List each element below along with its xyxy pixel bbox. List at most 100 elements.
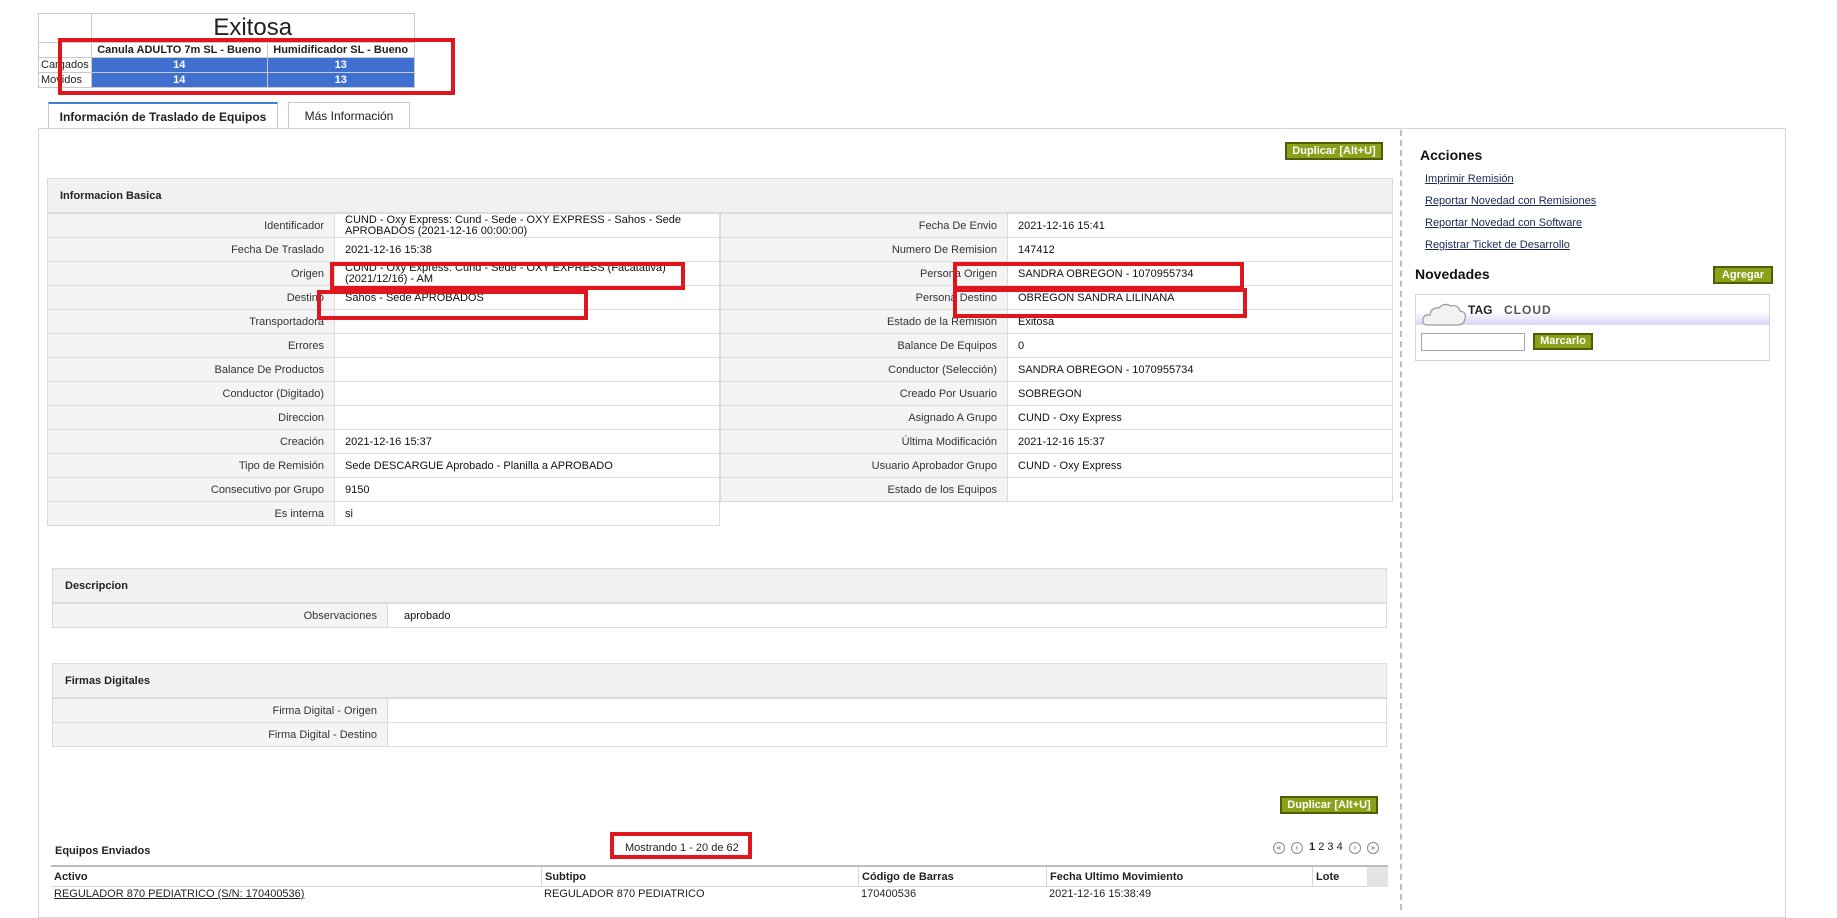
scrollbar[interactable]	[1367, 867, 1388, 887]
field-value: SOBREGON	[1007, 381, 1393, 406]
last-page-icon[interactable]: »	[1367, 842, 1379, 854]
field-row: Creado Por Usuario SOBREGON	[720, 381, 1393, 406]
summary-cell: 14	[90, 72, 268, 88]
column-header[interactable]: Lote	[1312, 867, 1367, 887]
tab-mas-informacion[interactable]: Más Información	[288, 102, 410, 128]
field-value: 2021-12-16 15:37	[1007, 429, 1393, 454]
section-descripcion: Descripcion	[52, 568, 1387, 603]
equipos-table-header: Activo Subtipo Código de Barras Fecha Ul…	[51, 865, 1388, 887]
field-label: Identificador	[47, 213, 335, 238]
column-header[interactable]: Código de Barras	[858, 867, 1046, 887]
field-row: Balance De Productos	[47, 357, 720, 382]
field-label: Balance De Productos	[47, 357, 335, 382]
field-row: Conductor (Digitado)	[47, 381, 720, 406]
cloud-icon	[1422, 303, 1467, 326]
field-value: si	[334, 501, 720, 526]
field-label: Es interna	[47, 501, 335, 526]
field-label: Firma Digital - Destino	[52, 722, 388, 747]
field-label: Estado de la Remisión	[720, 309, 1008, 334]
column-header[interactable]: Subtipo	[541, 867, 858, 887]
page-link[interactable]: 1	[1309, 841, 1315, 853]
next-page-icon[interactable]: ›	[1349, 842, 1361, 854]
field-value: CUND - Oxy Express	[1007, 453, 1393, 478]
marcarlo-button[interactable]: Marcarlo	[1533, 333, 1593, 350]
field-row: Creación 2021-12-16 15:37	[47, 429, 720, 454]
field-label: Creación	[47, 429, 335, 454]
field-label: Consecutivo por Grupo	[47, 477, 335, 502]
field-label: Numero De Remision	[720, 237, 1008, 262]
agregar-button[interactable]: Agregar	[1713, 266, 1773, 284]
field-row: Balance De Equipos 0	[720, 333, 1393, 358]
field-row: Usuario Aprobador Grupo CUND - Oxy Expres…	[720, 453, 1393, 478]
field-label: Última Modificación	[720, 429, 1008, 454]
reportar-novedad-remisiones-link[interactable]: Reportar Novedad con Remisiones	[1425, 195, 1596, 207]
field-row: Conductor (Selección) SANDRA OBREGON - 10…	[720, 357, 1393, 382]
first-page-icon[interactable]: «	[1273, 842, 1285, 854]
tag-cloud-widget: TAG CLOUD Marcarlo	[1415, 294, 1770, 361]
basic-info-right-table: Fecha De Envio 2021-12-16 15:41 Numero De …	[720, 213, 1393, 502]
table-row[interactable]: REGULADOR 870 PEDIATRICO (S/N: 170400536…	[51, 888, 1388, 900]
field-row: Fecha De Envio 2021-12-16 15:41	[720, 213, 1393, 238]
field-row: Direccion	[47, 405, 720, 430]
field-row: Identificador CUND - Oxy Express: Cund - …	[47, 213, 720, 238]
observaciones-value: aprobado	[387, 603, 1387, 628]
field-row: Persona Origen SANDRA OBREGON - 107095573…	[720, 261, 1393, 286]
field-label: Transportadora	[47, 309, 335, 334]
field-row: Estado de la Remisión Exitosa	[720, 309, 1393, 334]
equipos-title: Equipos Enviados	[55, 845, 151, 857]
cloud-word: CLOUD	[1504, 303, 1552, 317]
duplicate-button[interactable]: Duplicar [Alt+U]	[1285, 142, 1383, 160]
tag-input[interactable]	[1421, 333, 1525, 351]
duplicate-button[interactable]: Duplicar [Alt+U]	[1280, 796, 1378, 814]
acciones-title: Acciones	[1420, 147, 1483, 163]
field-value	[334, 405, 720, 430]
field-value	[334, 381, 720, 406]
firma-destino-value	[387, 722, 1387, 747]
activo-link[interactable]: REGULADOR 870 PEDIATRICO (S/N: 170400536…	[54, 888, 304, 900]
field-value	[1007, 477, 1393, 502]
field-row: Es interna si	[47, 501, 720, 526]
field-label: Destino	[47, 285, 335, 310]
vertical-separator	[1400, 130, 1402, 910]
date-cell: 2021-12-16 15:38:49	[1049, 888, 1152, 900]
summary-title: Exitosa	[90, 13, 415, 43]
page-link[interactable]: 3	[1327, 841, 1333, 853]
field-row: Errores	[47, 333, 720, 358]
prev-page-icon[interactable]: ‹	[1291, 842, 1303, 854]
field-label: Direccion	[47, 405, 335, 430]
field-label: Usuario Aprobador Grupo	[720, 453, 1008, 478]
field-value: 147412	[1007, 237, 1393, 262]
reportar-novedad-software-link[interactable]: Reportar Novedad con Software	[1425, 217, 1582, 229]
field-row: Persona Destino OBREGON SANDRA LILINANA	[720, 285, 1393, 310]
imprimir-remision-link[interactable]: Imprimir Remisión	[1425, 173, 1514, 185]
firmas-table: Firma Digital - Origen Firma Digital - D…	[52, 698, 1387, 747]
field-value: Sede DESCARGUE Aprobado - Planilla a APR…	[334, 453, 720, 478]
field-label: Fecha De Traslado	[47, 237, 335, 262]
page-link[interactable]: 4	[1337, 841, 1343, 853]
descripcion-table: Observaciones aprobado	[52, 603, 1387, 628]
summary-cell: 13	[266, 57, 415, 73]
field-label: Firma Digital - Origen	[52, 698, 388, 723]
summary-corner	[38, 13, 92, 43]
column-header[interactable]: Fecha Ultimo Movimiento	[1046, 867, 1312, 887]
registrar-ticket-link[interactable]: Registrar Ticket de Desarrollo	[1425, 239, 1570, 251]
column-header[interactable]: Activo	[51, 867, 541, 887]
field-value: CUND - Oxy Express: Cund - Sede - OXY EX…	[334, 213, 720, 238]
field-value: 0	[1007, 333, 1393, 358]
tab-informacion-traslado[interactable]: Información de Traslado de Equipos	[48, 102, 278, 128]
field-value	[334, 309, 720, 334]
field-row: Numero De Remision 147412	[720, 237, 1393, 262]
field-label: Persona Destino	[720, 285, 1008, 310]
page-numbers: 1 2 3 4	[1309, 841, 1343, 853]
summary-row-label: Movidos	[38, 72, 92, 88]
section-firmas-digitales: Firmas Digitales	[52, 663, 1387, 698]
subtipo-cell: REGULADOR 870 PEDIATRICO	[544, 888, 705, 900]
field-row: Consecutivo por Grupo 9150	[47, 477, 720, 502]
field-label: Origen	[47, 261, 335, 286]
field-row: Tipo de Remisión Sede DESCARGUE Aprobado …	[47, 453, 720, 478]
page-link[interactable]: 2	[1318, 841, 1324, 853]
field-row: Estado de los Equipos	[720, 477, 1393, 502]
field-label: Asignado A Grupo	[720, 405, 1008, 430]
section-informacion-basica: Informacion Basica	[47, 178, 1393, 213]
field-label: Observaciones	[52, 603, 388, 628]
